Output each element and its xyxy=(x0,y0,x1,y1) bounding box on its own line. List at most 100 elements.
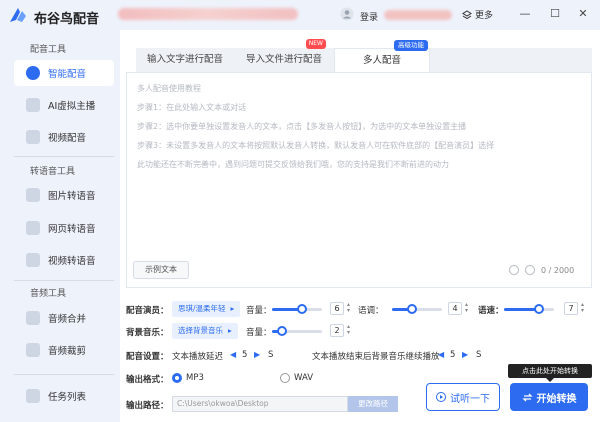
user-avatar-icon[interactable] xyxy=(340,7,354,21)
speed-value[interactable]: 7 xyxy=(564,302,578,315)
char-count: 0 / 2000 xyxy=(541,266,575,275)
close-button[interactable]: ✕ xyxy=(576,7,590,21)
smart-dub-icon xyxy=(26,66,40,80)
sidebar-item-label: AI虚拟主播 xyxy=(48,101,96,112)
clear-icon[interactable] xyxy=(525,265,535,275)
delay-increase-icon[interactable]: ▶ xyxy=(254,350,260,359)
sidebar-item-task-list[interactable]: 任务列表 xyxy=(14,383,114,409)
more-button[interactable]: 更多 xyxy=(462,8,493,21)
bgm-continue-decrease-icon[interactable]: ◀ xyxy=(438,350,444,359)
slider-knob[interactable] xyxy=(277,326,287,336)
promo-banner[interactable] xyxy=(118,8,298,20)
volume-stepper[interactable]: ▴ ▾ xyxy=(347,302,355,314)
slider-knob[interactable] xyxy=(534,304,544,314)
sidebar-item-label: 任务列表 xyxy=(48,392,87,403)
delay-decrease-icon[interactable]: ◀ xyxy=(230,350,236,359)
tone-slider[interactable] xyxy=(392,304,442,314)
output-path-input[interactable]: C:\Users\okwoa\Desktop xyxy=(172,396,348,412)
app-logo-icon xyxy=(10,8,26,22)
app-title: 布谷鸟配音 xyxy=(34,12,100,27)
sidebar-item-label: 音频合并 xyxy=(48,314,87,325)
sidebar-item-audio-merge[interactable]: 音频合并 xyxy=(14,305,114,331)
voice-actor-select[interactable]: 思琪/温柔年轻 xyxy=(172,301,241,317)
sidebar-item-image-to-speech[interactable]: 图片转语音 xyxy=(14,182,114,208)
tone-stepper[interactable]: ▴ ▾ xyxy=(465,302,473,314)
bgm-continue-unit: S xyxy=(476,350,482,360)
title-bar: 布谷鸟配音 登录 更多 — ☐ ✕ xyxy=(0,0,600,30)
change-path-button[interactable]: 更改路径 xyxy=(348,396,398,412)
play-icon xyxy=(436,392,446,402)
start-convert-button[interactable]: 开始转换 xyxy=(510,383,588,411)
account-info xyxy=(384,10,452,20)
speed-stepper[interactable]: ▴ ▾ xyxy=(581,302,589,314)
wav-radio[interactable] xyxy=(280,373,290,383)
sidebar-item-label: 视频转语音 xyxy=(48,256,96,267)
tone-label: 语调： xyxy=(358,306,384,316)
example-text-button[interactable]: 示例文本 xyxy=(133,261,189,279)
slider-knob[interactable] xyxy=(297,304,307,314)
slider-knob[interactable] xyxy=(407,304,417,314)
editor-placeholder-line: 步骤2：选中你要单独设置发音人的文本，点击【多发音人按钮】，为选中的文本单独设置… xyxy=(137,122,467,131)
main-panel: 输入文字进行配音 导入文件进行配音 NEW 多人配音 高级功能 多人配音使用教程… xyxy=(120,30,600,422)
minimize-button[interactable]: — xyxy=(518,7,532,21)
bgm-continue-increase-icon[interactable]: ▶ xyxy=(462,350,468,359)
volume-value[interactable]: 6 xyxy=(330,302,344,315)
tab-multi-voice[interactable]: 多人配音 xyxy=(334,48,430,72)
section-title-dubbing: 配音工具 xyxy=(30,45,67,55)
speed-label: 语速： xyxy=(478,306,504,316)
tab-label: 输入文字进行配音 xyxy=(146,54,223,65)
delay-value: 5 xyxy=(242,350,248,360)
mp3-label: MP3 xyxy=(186,373,204,383)
editor-placeholder-line: 步骤3：未设置多发音人的文本将按照默认发音人转换，默认发音人可在软件底部的【配音… xyxy=(137,141,495,150)
delay-unit: S xyxy=(268,350,274,360)
audio-cut-icon xyxy=(26,343,40,357)
web-to-speech-icon xyxy=(26,221,40,235)
output-format-label: 输出格式： xyxy=(126,375,169,385)
sidebar-item-label: 视频配音 xyxy=(48,133,87,144)
section-title-audio: 音频工具 xyxy=(30,289,67,299)
maximize-button[interactable]: ☐ xyxy=(548,7,562,21)
mp3-radio[interactable] xyxy=(172,373,182,383)
speed-slider[interactable] xyxy=(504,304,554,314)
tab-bar: 输入文字进行配音 导入文件进行配音 NEW 多人配音 xyxy=(136,39,592,72)
preview-button[interactable]: 试听一下 xyxy=(426,383,500,411)
wav-label: WAV xyxy=(294,373,314,383)
new-badge: NEW xyxy=(305,39,326,49)
more-label: 更多 xyxy=(475,11,494,21)
sidebar-item-ai-anchor[interactable]: AI虚拟主播 xyxy=(14,92,114,118)
bgm-volume-stepper[interactable]: ▴ ▾ xyxy=(347,324,355,336)
history-icon[interactable] xyxy=(509,265,519,275)
sidebar: 配音工具 智能配音 AI虚拟主播 视频配音 转语音工具 图片转语音 网页转语音 … xyxy=(0,30,120,422)
bgm-volume-slider[interactable] xyxy=(272,326,322,336)
volume-slider[interactable] xyxy=(272,304,322,314)
advanced-badge: 高级功能 xyxy=(394,40,428,51)
output-path-label: 输出路径： xyxy=(126,401,169,411)
tab-label: 导入文件进行配音 xyxy=(245,54,322,65)
bgm-continue-value: 5 xyxy=(450,350,456,360)
preview-label: 试听一下 xyxy=(450,393,490,405)
sidebar-item-web-to-speech[interactable]: 网页转语音 xyxy=(14,215,114,241)
sidebar-item-smart-dub[interactable]: 智能配音 xyxy=(14,60,114,86)
start-tooltip: 点击此处开始转换 xyxy=(508,364,592,382)
sidebar-item-label: 图片转语音 xyxy=(48,191,96,202)
bgm-select[interactable]: 选择背景音乐 xyxy=(172,323,238,339)
sidebar-item-video-dub[interactable]: 视频配音 xyxy=(14,124,114,150)
tab-bar-filler xyxy=(430,48,592,72)
layers-icon xyxy=(462,9,472,19)
tab-import-file[interactable]: 导入文件进行配音 NEW xyxy=(234,39,334,72)
bgm-volume-value[interactable]: 2 xyxy=(330,324,344,337)
sidebar-item-label: 音频裁剪 xyxy=(48,346,87,357)
tab-text-dub[interactable]: 输入文字进行配音 xyxy=(136,48,234,72)
convert-icon xyxy=(521,393,533,401)
login-link[interactable]: 登录 xyxy=(360,10,378,23)
video-to-speech-icon xyxy=(26,253,40,267)
tab-label: 多人配音 xyxy=(362,55,401,66)
voice-actor-label: 配音演员： xyxy=(126,306,169,316)
sidebar-divider xyxy=(14,374,114,375)
tone-value[interactable]: 4 xyxy=(448,302,462,315)
start-convert-label: 开始转换 xyxy=(536,393,577,405)
sidebar-item-video-to-speech[interactable]: 视频转语音 xyxy=(14,247,114,273)
sidebar-item-audio-cut[interactable]: 音频裁剪 xyxy=(14,337,114,363)
text-editor[interactable]: 多人配音使用教程 步骤1：在此处输入文本或对话 步骤2：选中你要单独设置发音人的… xyxy=(126,72,592,288)
sidebar-divider xyxy=(14,280,114,281)
